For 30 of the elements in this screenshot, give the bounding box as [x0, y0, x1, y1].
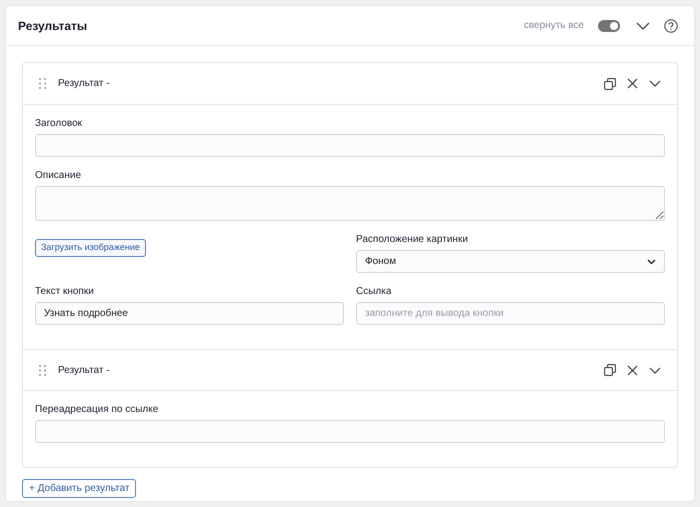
- collapse-all-label: свернуть все: [524, 19, 584, 33]
- close-icon[interactable]: [627, 78, 638, 89]
- upload-image-button[interactable]: Загрузить изображение: [35, 238, 146, 257]
- field-label: Расположение картинки: [356, 234, 469, 246]
- chevron-down-icon: [647, 258, 656, 264]
- help-icon[interactable]: [664, 18, 678, 32]
- chevron-down-icon[interactable]: [649, 366, 661, 374]
- item-title: Результат -: [58, 77, 111, 91]
- duplicate-icon[interactable]: [604, 78, 616, 90]
- field-label: Переадресация по ссылке: [35, 404, 160, 416]
- text-field[interactable]: [35, 134, 665, 157]
- close-icon[interactable]: [627, 364, 638, 376]
- collapse-all-toggle[interactable]: [598, 20, 620, 32]
- chevron-down-icon[interactable]: [649, 80, 661, 87]
- field-label: Текст кнопки: [35, 286, 95, 298]
- panel-title: Результаты: [18, 18, 88, 34]
- field-label: Заголовок: [35, 118, 84, 130]
- text-field[interactable]: заполните для вывода кнопки: [356, 302, 665, 325]
- drag-handle-icon[interactable]: [39, 364, 46, 376]
- image-position-select[interactable]: Фоном: [356, 250, 665, 273]
- drag-handle-icon[interactable]: [39, 78, 46, 89]
- description-field[interactable]: [35, 186, 665, 221]
- duplicate-icon[interactable]: [604, 364, 616, 376]
- item-title: Результат -: [58, 364, 111, 378]
- chevron-down-icon[interactable]: [636, 22, 650, 30]
- field-label: Ссылка: [356, 286, 392, 298]
- text-field[interactable]: Узнать подробнее: [35, 302, 344, 325]
- field-label: Описание: [35, 170, 82, 182]
- add-result-button[interactable]: + Добавить результат: [22, 479, 136, 498]
- text-field[interactable]: [35, 420, 665, 443]
